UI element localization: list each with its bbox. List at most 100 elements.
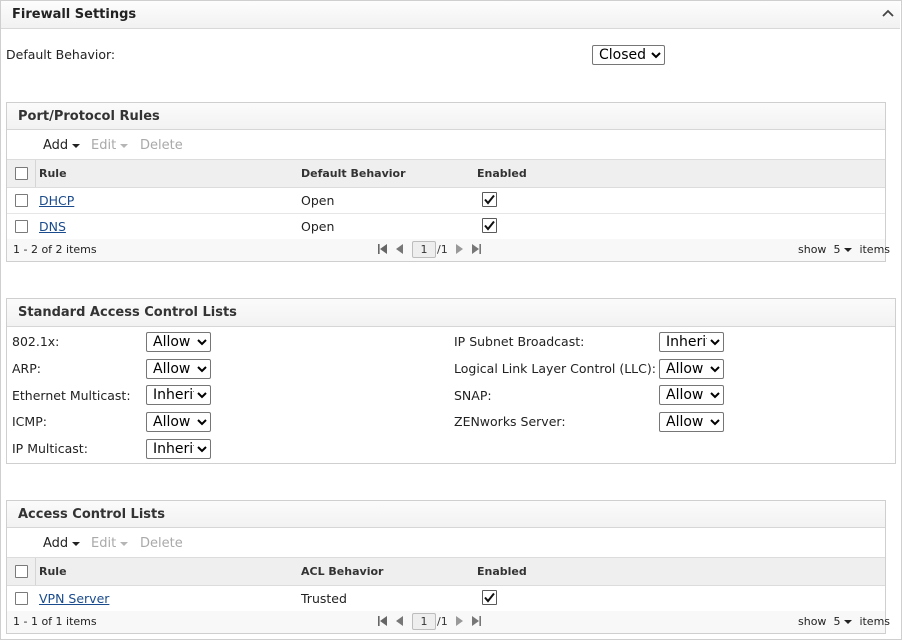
select-all-checkbox[interactable] <box>15 167 28 180</box>
page-number-input[interactable]: 1 <box>412 241 436 258</box>
acl-edit-label: Edit <box>91 536 117 551</box>
column-header-rule[interactable]: Rule <box>39 167 67 180</box>
enabled-checkbox[interactable] <box>482 192 497 207</box>
row-select-checkbox[interactable] <box>15 220 28 233</box>
row-select-checkbox[interactable] <box>15 194 28 207</box>
next-page-icon[interactable] <box>453 243 465 255</box>
port-rules-header: Port/Protocol Rules <box>7 103 885 130</box>
prev-page-icon[interactable] <box>394 615 406 627</box>
rule-cell: VPN Server <box>39 591 109 606</box>
table-row: DNS Open <box>7 213 885 240</box>
first-page-icon[interactable] <box>377 615 389 627</box>
enabled-checkbox[interactable] <box>482 590 497 605</box>
enabled-checkbox[interactable] <box>482 218 497 233</box>
acl-label-icmp: ICMP: <box>12 414 47 429</box>
page-size-dropdown-icon <box>844 620 853 624</box>
page-size-control[interactable]: show 5 items <box>798 615 890 628</box>
acl-label-ip-multicast: IP Multicast: <box>12 441 88 456</box>
acl-label-zenworks-server: ZENworks Server: <box>454 414 566 429</box>
behavior-cell: Open <box>301 219 335 234</box>
items-label: items <box>859 243 891 256</box>
default-behavior-select[interactable]: Closed <box>592 45 665 65</box>
port-rules-edit-button[interactable]: Edit <box>91 138 129 153</box>
page-total: /1 <box>437 615 448 628</box>
add-dropdown-icon <box>72 541 81 546</box>
acl-select-zenworks-server[interactable]: Allow <box>659 412 724 432</box>
acl-header: Access Control Lists <box>7 501 885 528</box>
show-label: show <box>798 243 827 256</box>
acl-title: Access Control Lists <box>18 507 165 522</box>
rule-link-vpn-server[interactable]: VPN Server <box>39 591 109 606</box>
column-divider <box>35 160 36 187</box>
last-page-icon[interactable] <box>470 615 482 627</box>
column-header-default-behavior[interactable]: Default Behavior <box>301 167 406 180</box>
rule-link-dns[interactable]: DNS <box>39 219 66 234</box>
standard-acl-group: Standard Access Control Lists 802.1x: Al… <box>6 298 896 464</box>
acl-select-llc[interactable]: Allow <box>659 359 724 379</box>
row-select-checkbox[interactable] <box>15 592 28 605</box>
checkmark-icon <box>484 592 495 603</box>
standard-acl-header: Standard Access Control Lists <box>7 299 895 327</box>
show-label: show <box>798 615 827 628</box>
panel-titlebar: Firewall Settings <box>1 1 900 29</box>
acl-select-arp[interactable]: Allow <box>146 359 211 379</box>
page-number-input[interactable]: 1 <box>412 613 436 630</box>
standard-acl-title: Standard Access Control Lists <box>18 305 237 320</box>
acl-pager: 1 - 1 of 1 items 1 /1 show 5 items <box>7 611 890 633</box>
acl-label-ethernet-multicast: Ethernet Multicast: <box>12 388 131 403</box>
prev-page-icon[interactable] <box>394 243 406 255</box>
column-header-acl-behavior[interactable]: ACL Behavior <box>301 565 383 578</box>
rule-link-dhcp[interactable]: DHCP <box>39 193 74 208</box>
table-row: DHCP Open <box>7 187 885 214</box>
acl-label-snap: SNAP: <box>454 388 492 403</box>
edit-dropdown-icon <box>120 541 129 546</box>
acl-select-ip-subnet-broadcast[interactable]: Inherit <box>659 332 724 352</box>
collapse-chevron-icon[interactable] <box>882 8 894 18</box>
acl-label-arp: ARP: <box>12 361 41 376</box>
pager-info: 1 - 2 of 2 items <box>13 243 97 256</box>
access-control-lists-group: Access Control Lists Add Edit Delete Rul… <box>6 500 890 634</box>
page-size-value: 5 <box>833 615 841 628</box>
port-rules-grid-header: Rule Default Behavior Enabled <box>7 159 885 188</box>
page-size-dropdown-icon <box>844 248 853 252</box>
next-page-icon[interactable] <box>453 615 465 627</box>
port-rules-add-button[interactable]: Add <box>43 138 81 153</box>
acl-select-ip-multicast[interactable]: Inherit <box>146 439 211 459</box>
last-page-icon[interactable] <box>470 243 482 255</box>
page-size-control[interactable]: show 5 items <box>798 243 890 256</box>
column-header-enabled[interactable]: Enabled <box>477 167 527 180</box>
port-rules-title: Port/Protocol Rules <box>18 109 160 124</box>
checkmark-icon <box>484 194 495 205</box>
acl-select-8021x[interactable]: Allow <box>146 332 211 352</box>
select-all-checkbox[interactable] <box>15 565 28 578</box>
items-label: items <box>859 615 891 628</box>
table-row: VPN Server Trusted <box>7 585 885 612</box>
port-rules-add-label: Add <box>43 138 69 153</box>
first-page-icon[interactable] <box>377 243 389 255</box>
port-protocol-rules-group: Port/Protocol Rules Add Edit Delete Rule… <box>6 102 890 262</box>
behavior-cell: Open <box>301 193 335 208</box>
rule-cell: DHCP <box>39 193 74 208</box>
port-rules-edit-label: Edit <box>91 138 117 153</box>
acl-add-button[interactable]: Add <box>43 536 81 551</box>
pager-info: 1 - 1 of 1 items <box>13 615 97 628</box>
column-header-enabled[interactable]: Enabled <box>477 565 527 578</box>
port-rules-pager: 1 - 2 of 2 items 1 /1 show 5 items <box>7 239 890 261</box>
behavior-cell: Trusted <box>301 591 347 606</box>
acl-label-ip-subnet-broadcast: IP Subnet Broadcast: <box>454 334 585 349</box>
edit-dropdown-icon <box>120 143 129 148</box>
acl-select-snap[interactable]: Allow <box>659 385 724 405</box>
rule-cell: DNS <box>39 219 66 234</box>
acl-delete-button[interactable]: Delete <box>140 536 183 551</box>
acl-edit-button[interactable]: Edit <box>91 536 129 551</box>
port-rules-delete-button[interactable]: Delete <box>140 138 183 153</box>
acl-grid-header: Rule ACL Behavior Enabled <box>7 557 885 586</box>
acl-select-icmp[interactable]: Allow <box>146 412 211 432</box>
acl-select-ethernet-multicast[interactable]: Inherit <box>146 385 211 405</box>
default-behavior-label: Default Behavior: <box>6 47 116 62</box>
acl-add-label: Add <box>43 536 69 551</box>
column-divider <box>35 558 36 585</box>
acl-label-llc: Logical Link Layer Control (LLC): <box>454 361 656 376</box>
acl-label-8021x: 802.1x: <box>12 334 60 349</box>
column-header-rule[interactable]: Rule <box>39 565 67 578</box>
